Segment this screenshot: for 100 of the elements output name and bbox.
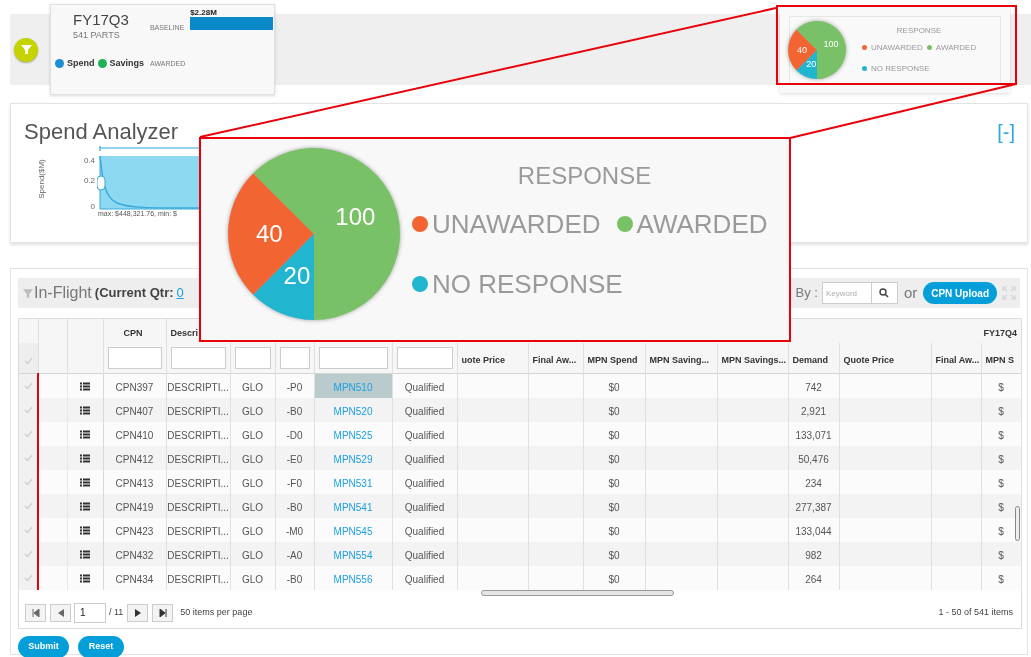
table-cell: GLO [241,525,264,537]
mpn-link[interactable]: MPN545 [333,525,373,537]
filter-field[interactable] [396,346,453,369]
table-cell: $0 [608,453,620,465]
list-icon[interactable] [80,549,90,559]
first-page-icon [31,608,40,617]
table-cell: Qualified [404,453,445,465]
table-cell: GLO [241,453,264,465]
list-icon[interactable] [80,381,90,391]
table-cell: $0 [608,573,620,585]
chart-title: RESPONSE [517,163,652,189]
filter-field[interactable] [318,346,388,369]
table-cell: Qualified [404,525,445,537]
table-cell: 277,387 [795,501,832,513]
filter-field[interactable] [234,346,271,369]
table-cell: Qualified [404,405,445,417]
table-cell: GLO [241,501,264,513]
table-cell: DESCRIPTI... [167,381,229,393]
items-per-page-label: 50 items per page [180,605,253,619]
axis-title: Spend($M) [36,159,47,199]
table-cell: -A0 [286,549,303,561]
current-quarter-link[interactable]: 0 [176,283,184,303]
check-icon [23,454,33,463]
table-cell: CPN432 [115,549,154,561]
column-header: Demand [792,354,828,365]
last-page-button[interactable] [152,603,174,622]
keyword-search-field[interactable]: Keyword [821,282,872,304]
action-button[interactable]: Reset [78,635,124,657]
table-cell: 234 [805,477,822,489]
mpn-link[interactable]: MPN556 [333,573,373,585]
filter-field[interactable] [279,346,310,369]
filter-field[interactable] [107,346,162,369]
mpn-link[interactable]: MPN510 [333,381,373,393]
previous-page-button[interactable] [50,603,71,622]
table-cell: $ [998,381,1004,393]
quarter-title: FY17Q3 [73,11,129,29]
table-cell: -F0 [287,477,302,489]
table-cell: 50,476 [798,453,829,465]
list-icon[interactable] [80,405,90,415]
check-icon [23,357,33,366]
legend-label: NO RESPONSE [432,269,623,299]
pie-value-label: 40 [796,44,807,55]
table-cell: Qualified [404,501,445,513]
column-header: MPN Savings... [721,354,787,365]
table-cell: DESCRIPTI... [167,405,229,417]
table-cell: -M0 [285,525,304,537]
list-icon[interactable] [80,525,90,535]
table-cell: CPN410 [115,429,154,441]
filter-field[interactable] [170,346,226,369]
column-header: Quote Price [843,354,895,365]
column-header: Final Aw... [935,354,980,365]
mpn-link[interactable]: MPN531 [333,477,373,489]
mpn-link[interactable]: MPN529 [333,453,373,465]
table-cell: DESCRIPTI... [167,477,229,489]
mpn-link[interactable]: MPN554 [333,549,373,561]
vertical-scrollbar-thumb[interactable] [1015,506,1020,541]
legend-label: AWARDED [935,41,977,54]
mpn-link[interactable]: MPN541 [333,501,373,513]
page-number-field[interactable]: 1 [74,602,106,623]
first-page-button[interactable] [25,603,46,622]
legend-label: UNAWARDED [871,41,923,54]
total-pages: / 11 [109,605,124,619]
table-cell: $ [998,573,1004,585]
column-header: CPN [123,328,143,338]
filter-icon [23,287,33,299]
table-cell: GLO [241,477,264,489]
range-handle[interactable] [97,175,106,191]
group-header: FY17Q4 [983,328,1018,338]
table-cell: $ [998,549,1004,561]
table-cell: DESCRIPTI... [167,525,229,537]
next-page-button[interactable] [127,603,149,622]
legend-label: AWARDED [636,209,768,239]
axis-tick-label: 0 [90,203,95,211]
table-cell: 982 [805,549,822,561]
table-cell: 133,071 [795,429,832,441]
mpn-link[interactable]: MPN520 [333,405,373,417]
pie-value-label: 20 [283,261,311,289]
mpn-link[interactable]: MPN525 [333,429,373,441]
cpn-upload-button[interactable]: CPN Upload [923,282,997,304]
or-label: or [903,282,918,303]
list-icon[interactable] [80,429,90,439]
list-icon[interactable] [80,477,90,487]
parts-count: 541 PARTS [73,29,121,41]
action-button[interactable]: Submit [18,635,69,657]
search-button[interactable] [871,282,898,304]
column-header: MPN Spend [587,354,638,365]
check-icon [23,406,33,415]
table-cell: CPN419 [115,501,154,513]
legend-label: Spend [67,57,95,70]
column-header: MPN S [985,354,1015,365]
table-cell: GLO [241,405,264,417]
check-icon [23,526,33,535]
list-icon[interactable] [80,501,90,511]
pie-value-label: 100 [823,38,839,49]
list-icon[interactable] [80,573,90,583]
horizontal-scrollbar-thumb[interactable] [481,589,674,596]
list-icon[interactable] [80,453,90,463]
check-icon [23,574,33,583]
collapse-button[interactable]: [-] [997,118,1015,146]
table-cell: DESCRIPTI... [167,453,229,465]
